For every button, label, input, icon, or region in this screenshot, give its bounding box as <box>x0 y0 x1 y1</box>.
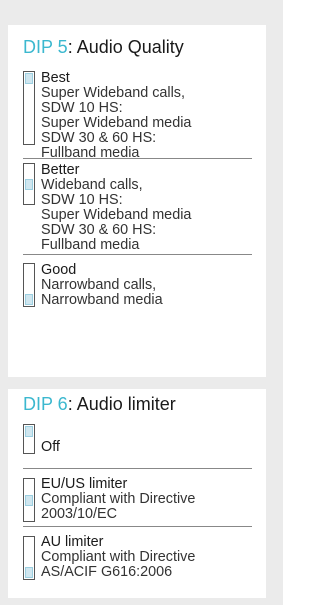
dip5-option-good: Good Narrowband calls, Narrowband media <box>23 255 252 313</box>
option-line: Super Wideband media <box>41 207 192 223</box>
dip-switch-icon <box>23 263 35 307</box>
dip-switch-icon <box>23 163 35 205</box>
dip6-number: DIP 6 <box>23 394 68 414</box>
dip6-title: : Audio limiter <box>67 394 176 414</box>
dip-switch-icon <box>23 71 35 145</box>
option-title: Off <box>41 439 60 455</box>
option-line: Compliant with Directive <box>41 491 196 507</box>
option-title: EU/US limiter <box>41 476 128 492</box>
dip5-panel: DIP 5: Audio Quality Best Super Wideband… <box>8 25 266 377</box>
dip5-option-best: Best Super Wideband calls, SDW 10 HS: Su… <box>23 70 252 161</box>
option-title: AU limiter <box>41 534 104 550</box>
option-line: Fullband media <box>41 237 140 253</box>
dip5-number: DIP 5 <box>23 37 68 57</box>
option-title: Good <box>41 262 77 278</box>
option-line: SDW 30 & 60 HS: <box>41 222 157 238</box>
dip5-title: : Audio Quality <box>67 37 184 57</box>
option-line: Super Wideband media <box>41 115 192 131</box>
dip6-panel: DIP 6: Audio limiter Off EU/US limiter C… <box>8 389 266 598</box>
option-line: SDW 10 HS: <box>41 100 123 116</box>
option-line: AS/ACIF G616:2006 <box>41 564 173 580</box>
dip-switch-icon <box>23 478 35 522</box>
option-line: Compliant with Directive <box>41 549 196 565</box>
option-title: Better <box>41 162 80 178</box>
option-title: Best <box>41 70 70 86</box>
dip5-heading: DIP 5: Audio Quality <box>23 36 252 58</box>
option-line: 2003/10/EC <box>41 506 118 522</box>
dip6-option-eu-us: EU/US limiter Compliant with Directive 2… <box>23 469 252 527</box>
option-line: Super Wideband calls, <box>41 85 185 101</box>
dip5-option-better: Better Wideband calls, SDW 10 HS: Super … <box>23 159 252 255</box>
dip6-heading: DIP 6: Audio limiter <box>23 393 252 415</box>
option-line: Narrowband calls, <box>41 277 157 293</box>
option-line: SDW 30 & 60 HS: <box>41 130 157 146</box>
dip6-option-au: AU limiter Compliant with Directive AS/A… <box>23 527 252 583</box>
dip-switch-icon <box>23 424 35 454</box>
option-line: Narrowband media <box>41 292 163 308</box>
dip6-option-off: Off <box>23 423 252 469</box>
dip-switch-icon <box>23 536 35 580</box>
option-line: SDW 10 HS: <box>41 192 123 208</box>
option-line: Wideband calls, <box>41 177 143 193</box>
